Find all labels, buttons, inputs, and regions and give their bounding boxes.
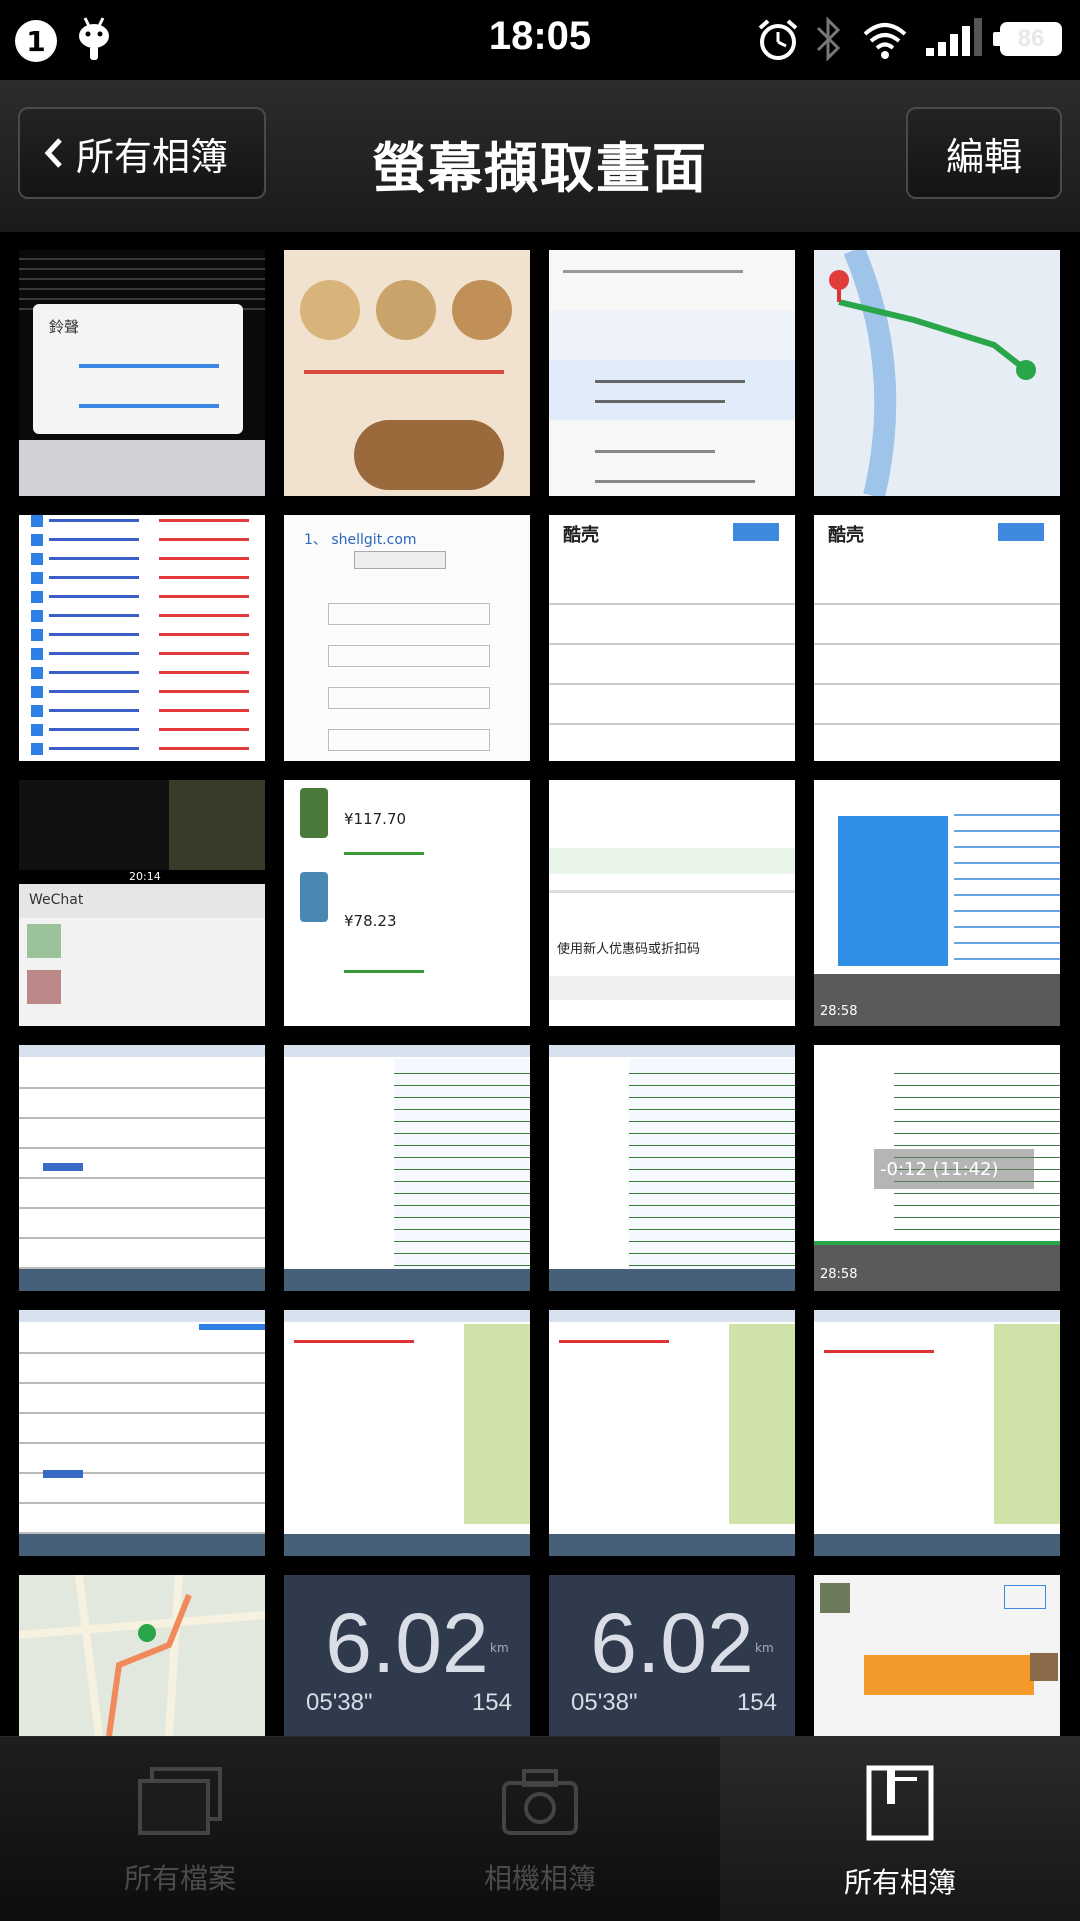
heart-rate-value: 154 xyxy=(736,1689,777,1716)
screenshot-thumbnail[interactable] xyxy=(284,250,530,496)
photos-stack-icon xyxy=(136,1765,224,1841)
screenshot-thumbnail[interactable] xyxy=(814,1575,1060,1736)
screenshot-thumbnail[interactable] xyxy=(814,250,1060,496)
tab-label: 相機相簿 xyxy=(483,1862,596,1895)
screenshot-thumbnail[interactable]: -0:12 (11:42) 28:58 xyxy=(814,1045,1060,1291)
pace-value: 05'38" xyxy=(571,1689,638,1716)
screenshot-thumbnail[interactable] xyxy=(19,1575,265,1736)
wifi-icon xyxy=(862,20,908,64)
screenshot-thumbnail[interactable]: 鈴聲 xyxy=(19,250,265,496)
screenshot-thumbnail[interactable]: 1、 shellgit.com xyxy=(284,515,530,761)
nav-bar: 所有相簿 螢幕擷取畫面 編輯 xyxy=(0,80,1080,232)
battery-level: 86 xyxy=(1017,25,1045,52)
camera-icon xyxy=(500,1765,580,1841)
wechat-label: WeChat xyxy=(29,892,84,908)
video-time: 28:58 xyxy=(820,1267,858,1282)
screenshot-thumbnail[interactable] xyxy=(19,1045,265,1291)
route-map-icon xyxy=(19,1575,265,1736)
tab-all-files[interactable]: 所有檔案 xyxy=(0,1737,360,1921)
distance-unit: km xyxy=(490,1641,509,1655)
article-title: 酷壳 xyxy=(563,525,599,546)
video-time: 28:58 xyxy=(820,1004,858,1019)
screenshot-thumbnail[interactable]: 酷壳 xyxy=(549,515,795,761)
settings-label: 鈴聲 xyxy=(49,318,80,336)
screenshot-thumbnail[interactable]: 6.02 km 05'38" 154 xyxy=(284,1575,530,1736)
screenshot-thumbnail[interactable] xyxy=(814,1310,1060,1556)
bluetooth-icon xyxy=(814,16,844,66)
status-bar: 1 18:05 86 xyxy=(0,0,1080,80)
domain-label: 1、 shellgit.com xyxy=(304,532,417,548)
screenshot-thumbnail[interactable] xyxy=(549,1045,795,1291)
tab-bar: 所有檔案 相機相簿 所有相簿 xyxy=(0,1736,1080,1921)
album-icon xyxy=(865,1765,935,1845)
pace-value: 05'38" xyxy=(306,1689,373,1716)
screenshot-thumbnail[interactable] xyxy=(549,250,795,496)
distance-unit: km xyxy=(755,1641,774,1655)
alarm-icon xyxy=(756,18,800,66)
tab-camera-roll[interactable]: 相機相簿 xyxy=(360,1737,720,1921)
screenshot-thumbnail[interactable] xyxy=(19,1310,265,1556)
price-2: ¥78.23 xyxy=(344,912,397,930)
screenshot-thumbnail[interactable] xyxy=(284,1310,530,1556)
tab-label: 所有檔案 xyxy=(123,1862,236,1895)
screenshot-thumbnail[interactable]: 使用新人优惠码或折扣码 xyxy=(549,780,795,1026)
article-title: 酷壳 xyxy=(828,525,864,546)
map-icon xyxy=(829,250,1036,496)
screenshot-thumbnail[interactable] xyxy=(284,1045,530,1291)
screenshot-thumbnail[interactable]: 28:58 xyxy=(814,780,1060,1026)
clock: 18:05 xyxy=(488,14,592,58)
signal-icon xyxy=(924,18,984,62)
screenshot-thumbnail[interactable]: ¥117.70 ¥78.23 xyxy=(284,780,530,1026)
wechat-time: 20:14 xyxy=(129,870,161,883)
screenshot-thumbnail[interactable] xyxy=(549,1310,795,1556)
tab-label: 所有相簿 xyxy=(843,1866,956,1899)
photo-grid: 鈴聲 1、 shellgit.com 酷壳 酷壳 20:14 WeChat ¥1… xyxy=(0,232,1080,1736)
price-1: ¥117.70 xyxy=(344,810,407,828)
screenshot-thumbnail[interactable]: 酷壳 xyxy=(814,515,1060,761)
tab-all-albums[interactable]: 所有相簿 xyxy=(720,1737,1080,1921)
heart-rate-value: 154 xyxy=(471,1689,512,1716)
screenshot-thumbnail[interactable]: 20:14 WeChat xyxy=(19,780,265,1026)
coupon-label: 使用新人优惠码或折扣码 xyxy=(557,942,701,957)
screenshot-thumbnail[interactable]: 6.02 km 05'38" 154 xyxy=(549,1575,795,1736)
screenshot-thumbnail[interactable] xyxy=(19,515,265,761)
edit-button[interactable]: 編輯 xyxy=(906,107,1062,199)
video-progress-label: -0:12 (11:42) xyxy=(880,1159,999,1180)
battery-icon: 86 xyxy=(993,22,1062,56)
